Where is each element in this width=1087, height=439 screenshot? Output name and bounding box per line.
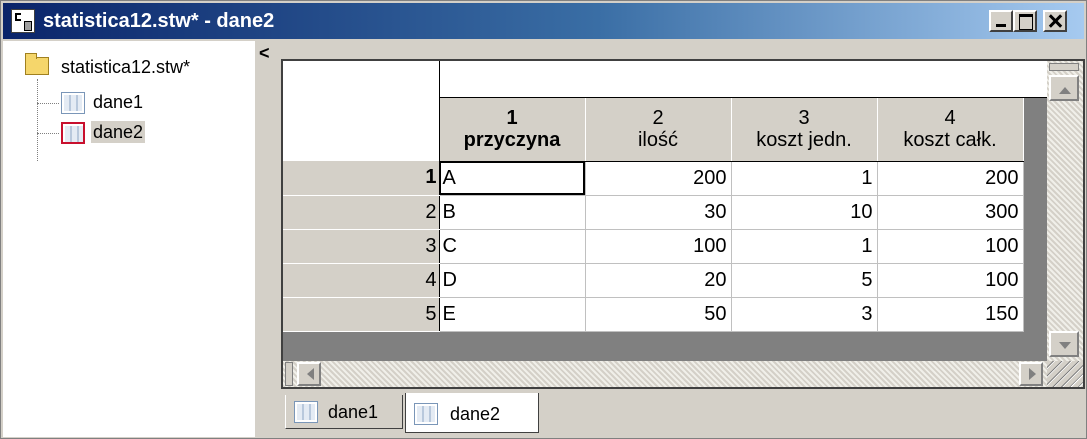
data-cell[interactable]: 10 [731,195,878,230]
table-row: 5 E 50 3 150 [283,297,1047,332]
row-header[interactable]: 4 [283,263,440,298]
tree-connector [37,133,59,134]
tab-label: dane1 [328,402,379,422]
data-cell[interactable]: 1 [731,229,878,264]
data-cell[interactable]: 150 [877,297,1024,332]
scroll-down-button[interactable] [1049,331,1079,357]
grid-filler [1023,297,1047,331]
tab-dane2[interactable]: dane2 [405,393,539,433]
row-header[interactable]: 3 [283,229,440,264]
resize-grip-icon[interactable] [1047,361,1083,387]
open-folder-icon[interactable] [25,53,49,75]
split-handle[interactable] [285,362,293,386]
spreadsheet: 1 przyczyna 2 ilość 3 koszt jedn. 4 koszt ca… [281,59,1085,389]
tree-item-dane1[interactable]: dane1 [93,91,143,113]
row-header[interactable]: 1 [283,161,440,196]
data-cell[interactable]: 200 [585,161,732,196]
scroll-right-button[interactable] [1019,362,1043,386]
grid-filler [1023,195,1047,229]
arrow-down-icon [1059,342,1071,355]
close-button[interactable] [1043,10,1067,32]
scroll-up-button[interactable] [1049,75,1079,101]
window-title: statistica12.stw* - dane2 [43,10,275,32]
tree-connector [37,79,38,161]
spreadsheet-icon [414,403,438,425]
data-cell[interactable]: B [439,195,586,230]
data-cell[interactable]: 5 [731,263,878,298]
vertical-scrollbar[interactable] [1047,61,1083,361]
corner-cell[interactable] [283,61,440,161]
maximize-button[interactable] [1013,10,1037,32]
data-cell[interactable]: C [439,229,586,264]
column-header[interactable]: 2 ilość [585,97,732,162]
table-row: 4 D 20 5 100 [283,263,1047,298]
column-header[interactable]: 4 koszt całk. [877,97,1024,162]
statistica-app-icon[interactable] [11,9,35,33]
sheet-tabs: dane1 dane2 [281,391,1085,437]
arrow-up-icon [1059,81,1071,94]
spreadsheet-icon [294,401,318,423]
tree-connector [37,103,59,104]
tab-label: dane2 [450,404,501,424]
grid-filler [1023,161,1047,195]
data-cell[interactable]: D [439,263,586,298]
horizontal-scrollbar[interactable] [283,361,1047,387]
data-cell[interactable]: 30 [585,195,732,230]
tab-dane1[interactable]: dane1 [285,395,403,429]
workbook-window: statistica12.stw* - dane2 statistica12.s… [0,0,1087,439]
spreadsheet-icon[interactable] [61,92,85,114]
empty-row [283,331,1047,343]
spreadsheet-icon[interactable] [61,122,85,144]
grid-filler [1023,263,1047,297]
column-header[interactable]: 1 przyczyna [439,97,586,162]
scroll-left-button[interactable] [297,362,321,386]
data-cell[interactable]: E [439,297,586,332]
data-cell[interactable]: 100 [877,263,1024,298]
data-cell[interactable]: 3 [731,297,878,332]
table-row: 2 B 30 10 300 [283,195,1047,230]
split-handle[interactable] [1049,63,1079,71]
data-cell[interactable]: 50 [585,297,732,332]
data-cell[interactable]: A [439,161,586,196]
data-cell[interactable]: 300 [877,195,1024,230]
table-row: 3 C 100 1 100 [283,229,1047,264]
row-header[interactable]: 2 [283,195,440,230]
data-cell[interactable]: 200 [877,161,1024,196]
table-row: 1 A 200 1 200 [283,161,1047,196]
tree-item-dane2[interactable]: dane2 [91,121,146,143]
minimize-button[interactable] [989,10,1013,32]
spreadsheet-grid: 1 przyczyna 2 ilość 3 koszt jedn. 4 koszt ca… [283,61,1047,361]
arrow-right-icon [1029,368,1042,380]
data-cell[interactable]: 1 [731,161,878,196]
arrow-left-icon [301,368,314,380]
tree-root-label[interactable]: statistica12.stw* [61,56,190,78]
collapse-tree-button[interactable]: < [259,43,270,64]
title-bar[interactable]: statistica12.stw* - dane2 [3,3,1084,39]
spreadsheet-title-area[interactable] [439,61,1047,98]
grid-filler [1023,97,1047,161]
data-cell[interactable]: 100 [585,229,732,264]
data-cell[interactable]: 100 [877,229,1024,264]
data-cell[interactable]: 20 [585,263,732,298]
grid-filler [1023,229,1047,263]
row-header[interactable]: 5 [283,297,440,332]
column-header[interactable]: 3 koszt jedn. [731,97,878,162]
workbook-tree: statistica12.stw* dane1 dane2 [3,41,255,437]
